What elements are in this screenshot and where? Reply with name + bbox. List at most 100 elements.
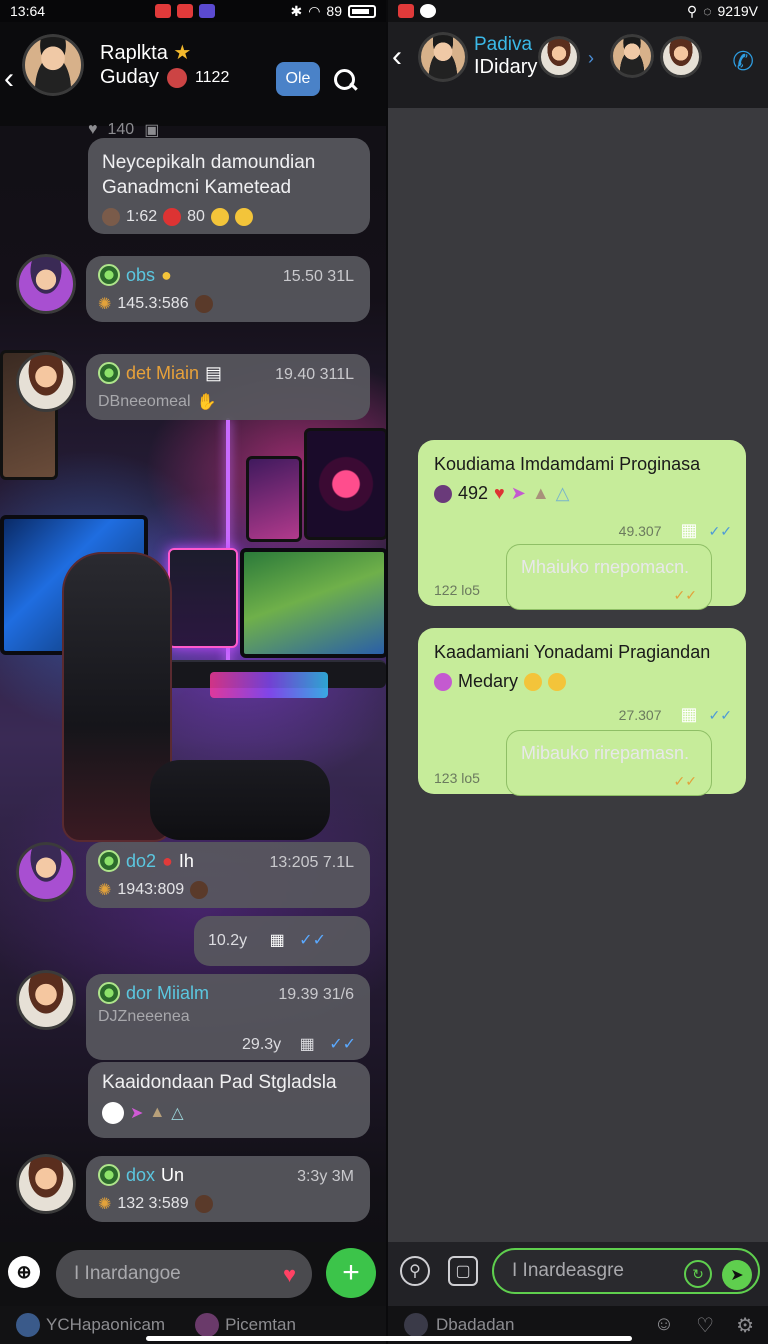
message-meta: 49.307 ▦ ✓✓ xyxy=(618,520,732,540)
sender-avatar[interactable] xyxy=(16,1154,76,1214)
message-time: 10.2y xyxy=(208,932,248,949)
avatar-mini-icon xyxy=(190,881,209,899)
status-time: 13:64 xyxy=(10,3,46,19)
message-meta: ✺ 1943:809 xyxy=(98,880,358,900)
outgoing-message-bubble[interactable]: 10.2y ▦ ✓✓ xyxy=(194,916,370,966)
bottom-nav-item[interactable]: YCHapaonicam xyxy=(16,1313,165,1337)
contact-avatar[interactable] xyxy=(22,34,84,96)
message-bubble[interactable]: Kaaidondaan Pad Stgladsla ➤ ▲ △ xyxy=(88,1062,370,1138)
heart-emoji-icon: ♥ xyxy=(494,483,505,503)
avatar-mini-icon xyxy=(194,1195,213,1213)
gallery-icon: ▣ xyxy=(144,122,160,139)
heart-icon[interactable]: ♥ xyxy=(283,1262,296,1288)
left-chat-pane: 13:64 ✱ ◠ 89 ‹ Raplkta ★ Guday 1122 Ole … xyxy=(0,0,386,1344)
video-call-button[interactable]: Ole xyxy=(276,62,320,96)
message-bubble[interactable]: do2 ● Ih 13:205 7.1L ✺ 1943:809 xyxy=(86,842,370,908)
message-bubble[interactable]: det Miain ▤ 19.40 311L DBneeomeal ✋ xyxy=(86,354,370,420)
contact-name: Raplkta ★ xyxy=(100,42,192,64)
read-receipt-icon: ✓✓ xyxy=(708,707,732,723)
participant-avatar[interactable] xyxy=(538,36,580,78)
sticker-icon: ▤ xyxy=(205,362,223,383)
reaction-row: ➤ ▲ △ xyxy=(102,1102,356,1124)
sender-avatar[interactable] xyxy=(16,842,76,902)
search-icon[interactable] xyxy=(330,66,360,96)
neon-wall-art xyxy=(304,428,386,540)
reply-bubble[interactable]: Mibauko rirepamasn. ✓✓ xyxy=(506,730,712,796)
message-bubble[interactable]: dox Un 3:3y 3M ✺ 132 3:589 xyxy=(86,1156,370,1222)
message-bubble[interactable]: dor Miialm 19.39 31/6 DJZneeenea 29.3y ▦… xyxy=(86,974,370,1060)
message-meta: 29.3y ▦ ✓✓ xyxy=(242,1036,356,1053)
message-bubble[interactable]: Neycepikaln damoundian Ganadmcni Kametea… xyxy=(88,138,370,234)
avatar-mini-icon xyxy=(102,207,120,226)
sender-avatar[interactable] xyxy=(16,254,76,314)
message-time: 15.50 31L xyxy=(282,268,354,285)
phone-icon[interactable]: ✆ xyxy=(732,46,754,77)
voice-icon[interactable]: ⚲ xyxy=(400,1256,430,1286)
sender-avatar[interactable] xyxy=(16,970,76,1030)
pray-emoji-icon: ▲ xyxy=(149,1104,166,1121)
back-arrow-icon[interactable]: ‹ xyxy=(392,42,402,72)
smile-emoji-icon xyxy=(234,207,253,226)
participant-avatar[interactable] xyxy=(660,36,702,78)
message-input[interactable]: I Inardeasgre ↻ ➤ xyxy=(492,1248,760,1294)
coin-icon: ✺ xyxy=(98,882,112,899)
message-text: Kaaidondaan Pad Stgladsla xyxy=(102,1072,337,1093)
media-icon: ▦ xyxy=(680,520,698,540)
coin-icon: ✺ xyxy=(98,1196,112,1213)
message-composer: ⚲ ▢ I Inardeasgre ↻ ➤ xyxy=(388,1242,768,1306)
bluetooth-icon: ✱ xyxy=(290,2,303,19)
contact-status: Guday 1122 xyxy=(100,66,230,88)
monitor-right xyxy=(240,548,386,658)
app-notification-icon xyxy=(398,4,414,18)
read-receipt-icon: ✓✓ xyxy=(329,1036,356,1053)
battery-level: 89 xyxy=(326,3,342,19)
app-notification-icon xyxy=(177,4,194,18)
lips-emoji-icon: ● xyxy=(162,850,173,871)
network-icon: ⚲ xyxy=(686,2,698,19)
sender-avatar[interactable] xyxy=(16,352,76,412)
status-bar: ⚲ ◌ 9219V xyxy=(388,0,768,22)
reply-bubble[interactable]: Mhaiuko rnepomacn. ✓✓ xyxy=(506,544,712,610)
reaction-icon: ♥ xyxy=(88,121,98,138)
status-dot-icon xyxy=(98,264,120,286)
heart-icon[interactable]: ♡ xyxy=(696,1313,714,1338)
chair-base xyxy=(150,760,330,840)
message-meta: ✺ 145.3:586 xyxy=(98,294,358,314)
chat-header: ‹ Raplkta ★ Guday 1122 Ole ♥ 140 ▣ xyxy=(0,22,386,139)
send-button[interactable]: ➤ xyxy=(722,1260,752,1290)
read-receipt-icon: ✓✓ xyxy=(299,932,326,949)
bottom-nav-item[interactable]: Dbadadan xyxy=(404,1313,514,1337)
message-time: 19.39 31/6 xyxy=(278,986,354,1003)
status-dot-icon xyxy=(98,1164,120,1186)
app-notification-icon xyxy=(155,4,172,18)
star-icon: ★ xyxy=(173,42,192,64)
participant-avatar[interactable] xyxy=(610,34,654,78)
message-meta: 1:62 80 xyxy=(102,204,356,229)
gear-icon[interactable]: ⚙ xyxy=(736,1313,754,1338)
send-button[interactable]: + xyxy=(326,1248,376,1298)
message-composer: ⊕ I Inardangoe ♥ + xyxy=(0,1242,386,1306)
right-chat-pane: ⚲ ◌ 9219V ‹ Padiva IDidary › ✆ Koudiama … xyxy=(388,0,768,1344)
attach-icon[interactable]: ⊕ xyxy=(8,1256,40,1288)
pray-emoji-icon: ▲ xyxy=(531,483,550,503)
refresh-icon[interactable]: ↻ xyxy=(684,1260,712,1288)
contact-name: Padiva xyxy=(474,34,533,55)
avatar-mini-icon xyxy=(194,295,213,313)
message-input[interactable]: I Inardangoe ♥ xyxy=(56,1250,312,1298)
bottom-nav-item[interactable]: Picemtan xyxy=(195,1313,296,1337)
message-meta: Medary xyxy=(434,671,730,692)
contact-avatar[interactable] xyxy=(418,32,468,82)
coin-icon: ✺ xyxy=(98,296,112,313)
smile-emoji-icon xyxy=(548,672,567,691)
message-meta: 492 ♥ ➤ ▲ △ xyxy=(434,483,730,504)
message-bubble[interactable]: obs ● 15.50 31L ✺ 145.3:586 xyxy=(86,256,370,322)
avatar-mini-icon xyxy=(195,1313,220,1337)
message-time: 122 lo5 xyxy=(434,582,480,598)
clipboard-icon[interactable]: ▢ xyxy=(448,1256,478,1286)
back-arrow-icon[interactable]: ‹ xyxy=(4,64,14,94)
chat-header: ‹ Padiva IDidary › ✆ xyxy=(388,22,768,108)
wifi-icon: ◠ xyxy=(308,2,321,19)
message-time: 19.40 311L xyxy=(275,366,354,383)
bottom-icons: ☺ ♡ ⚙ xyxy=(654,1313,754,1338)
emoji-icon[interactable]: ☺ xyxy=(654,1313,674,1338)
